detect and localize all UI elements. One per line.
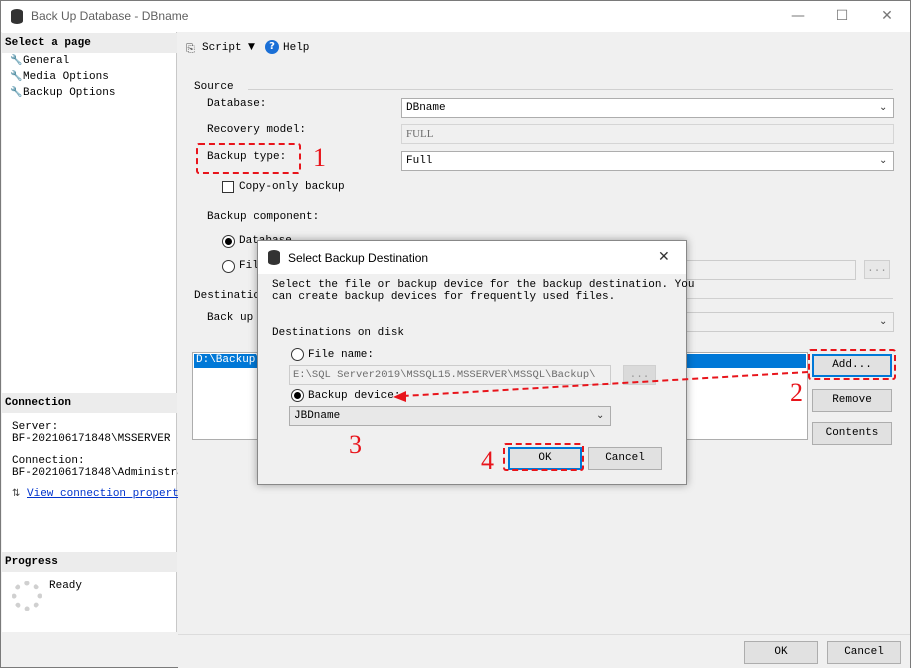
annotation-arrow	[393, 371, 809, 402]
arrow-head	[393, 391, 406, 402]
arrow-line	[402, 371, 809, 397]
